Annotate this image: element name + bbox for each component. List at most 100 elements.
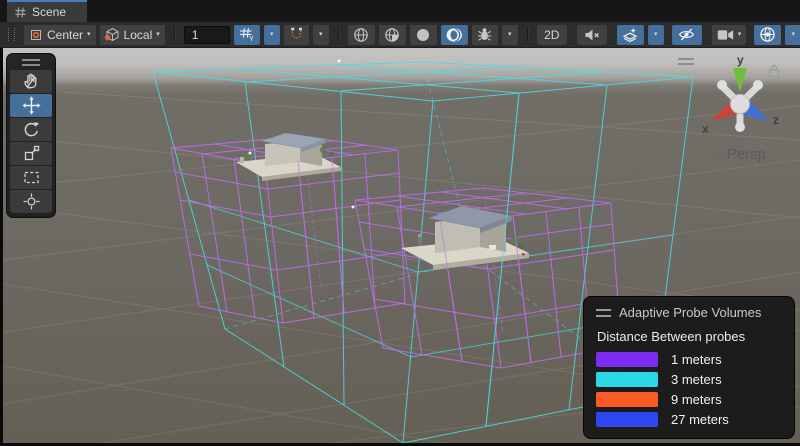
separator xyxy=(174,27,175,42)
tab-scene[interactable]: Scene xyxy=(7,0,87,22)
scene-viewport[interactable]: y x z < Persp Adaptive Probe Volumes Dis… xyxy=(3,48,800,443)
swatch-3m xyxy=(596,372,658,387)
adaptive-probe-volumes-panel: Adaptive Probe Volumes Distance Between … xyxy=(583,296,795,439)
swatch-9m xyxy=(596,392,658,407)
transform-tool[interactable] xyxy=(10,190,52,213)
rotate-tool[interactable] xyxy=(10,118,52,141)
debug-draw-options-button[interactable]: ▾ xyxy=(502,25,518,45)
gizmo-axis-y-cone[interactable] xyxy=(733,68,747,92)
orientation-dropdown[interactable]: Local ▾ xyxy=(100,25,165,45)
chevron-down-icon: ▾ xyxy=(508,31,512,38)
legend-label: 27 meters xyxy=(671,412,729,427)
gizmo-axis-down[interactable] xyxy=(735,122,745,132)
view-pan-tool[interactable] xyxy=(10,70,52,93)
unlit-sphere-icon xyxy=(415,27,431,43)
grid-snap-options-button[interactable]: ▾ xyxy=(264,25,280,45)
scene-visibility-toggle[interactable] xyxy=(672,25,702,45)
shaded-wireframe-sphere-icon xyxy=(384,27,400,43)
rect-tool[interactable] xyxy=(10,166,52,189)
view-2d-label: 2D xyxy=(544,28,559,42)
gizmos-options-button[interactable]: ▾ xyxy=(785,25,800,45)
gizmo-axis-back-1[interactable] xyxy=(717,80,727,90)
transform-icon xyxy=(22,192,41,211)
chevron-down-icon: ▾ xyxy=(792,31,796,38)
gizmo-axis-back-2[interactable] xyxy=(753,80,763,90)
separator xyxy=(527,27,528,42)
bug-icon xyxy=(477,27,492,42)
swatch-1m xyxy=(596,352,658,367)
toolbar-drag-handle[interactable] xyxy=(8,28,15,41)
move-tool[interactable] xyxy=(10,94,52,117)
gizmos-toggle[interactable] xyxy=(754,25,781,45)
legend-row: 9 meters xyxy=(596,392,782,407)
gizmo-axis-y-label: y xyxy=(737,54,744,67)
local-cube-icon xyxy=(105,27,120,42)
rect-icon xyxy=(22,168,41,187)
magnet-snap-icon xyxy=(289,27,304,42)
grid-snap-y-icon: Y xyxy=(239,27,255,42)
tool-palette-drag-handle[interactable] xyxy=(22,59,40,66)
tool-palette-overlay xyxy=(6,53,56,218)
gizmo-center-cube[interactable] xyxy=(731,95,750,114)
shaded-sphere-icon xyxy=(353,27,369,43)
draw-mode-unlit-button[interactable] xyxy=(410,25,437,45)
gizmo-axis-z-label: z xyxy=(773,113,779,127)
snap-increment-input[interactable] xyxy=(184,26,230,44)
gizmo-axis-x-label: x xyxy=(702,122,709,136)
scene-toolbar: Center ▾ Local ▾ Y ▾ ▾ xyxy=(0,22,800,48)
legend-row: 1 meters xyxy=(596,352,782,367)
legend-row: 27 meters xyxy=(596,412,782,427)
effects-toggle[interactable] xyxy=(617,25,644,45)
draw-mode-shaded-wireframe-button[interactable] xyxy=(379,25,406,45)
camera-settings-button[interactable]: ▾ xyxy=(712,25,747,45)
effects-options-button[interactable]: ▾ xyxy=(648,25,664,45)
panel-title: Adaptive Probe Volumes xyxy=(619,305,761,320)
rotate-icon xyxy=(22,120,41,139)
pivot-mode-dropdown[interactable]: Center ▾ xyxy=(24,25,96,45)
legend-label: 3 meters xyxy=(671,372,722,387)
panel-drag-handle[interactable] xyxy=(596,309,611,317)
chevron-down-icon: ▾ xyxy=(87,31,91,38)
eye-slash-icon xyxy=(678,27,695,42)
draw-mode-shaded-button[interactable] xyxy=(348,25,375,45)
audio-toggle[interactable] xyxy=(577,25,607,45)
probe-markers xyxy=(249,60,355,209)
legend-label: 1 meters xyxy=(671,352,722,367)
chevron-down-icon: ▾ xyxy=(270,31,274,38)
svg-text:Y: Y xyxy=(249,34,254,42)
gizmo-lock-icon[interactable] xyxy=(768,64,780,78)
audio-muted-icon xyxy=(584,28,600,42)
gizmos-orbit-icon xyxy=(759,26,776,43)
magnet-snap-button[interactable] xyxy=(284,25,309,45)
view-2d-toggle[interactable]: 2D xyxy=(537,25,567,45)
tab-label: Scene xyxy=(32,5,66,19)
chevron-down-icon: ▾ xyxy=(156,31,160,38)
orientation-label: Local xyxy=(124,28,153,42)
separator xyxy=(338,27,339,42)
collapse-chevron-icon: < xyxy=(715,147,723,162)
debug-draw-button[interactable] xyxy=(472,25,498,45)
legend-label: 9 meters xyxy=(671,392,722,407)
chevron-down-icon: ▾ xyxy=(319,31,323,38)
tab-bar: Scene xyxy=(0,0,800,22)
chevron-down-icon: ▾ xyxy=(738,31,742,38)
scene-grid-icon xyxy=(15,7,26,18)
scale-tool[interactable] xyxy=(10,142,52,165)
hand-icon xyxy=(22,72,41,91)
projection-toggle[interactable]: < Persp xyxy=(715,146,766,163)
pivot-center-icon xyxy=(29,28,43,42)
scale-icon xyxy=(22,144,41,163)
legend-row: 3 meters xyxy=(596,372,782,387)
pivot-mode-label: Center xyxy=(47,28,83,42)
magnet-snap-options-button[interactable]: ▾ xyxy=(313,25,329,45)
grid-snap-button[interactable]: Y xyxy=(234,25,260,45)
scene-lighting-toggle[interactable] xyxy=(441,25,468,45)
camera-icon xyxy=(717,29,734,41)
lighting-moon-icon xyxy=(446,27,462,43)
swatch-27m xyxy=(596,412,658,427)
projection-label: Persp xyxy=(727,146,766,163)
move-icon xyxy=(22,96,41,115)
chevron-down-icon: ▾ xyxy=(654,31,658,38)
effects-layers-icon xyxy=(622,27,638,43)
legend-subtitle: Distance Between probes xyxy=(597,329,782,344)
